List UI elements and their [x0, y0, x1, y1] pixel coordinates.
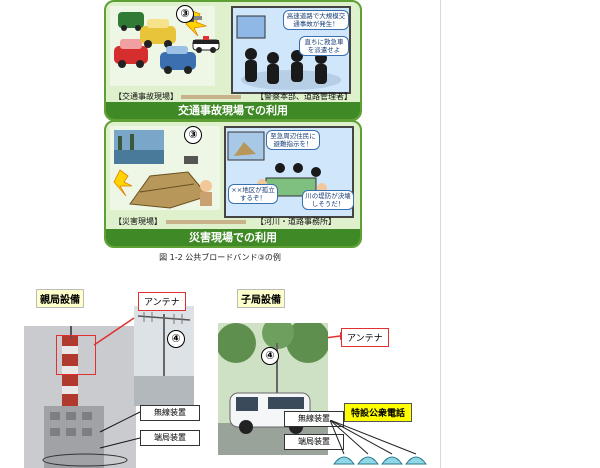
circled-number-4: ④ — [261, 347, 279, 365]
parent-base-ellipse — [42, 453, 128, 467]
parent-terminal-device: 端局装置 — [140, 430, 200, 446]
child-station-title: 子局設備 — [237, 289, 285, 308]
child-antenna-label: アンテナ — [341, 328, 389, 347]
parent-radio-device: 無線装置 — [140, 405, 200, 421]
phone-booths-icon — [330, 420, 427, 465]
page-edge — [440, 0, 441, 468]
document-page: ③ 高速道路で大規模交通事故が発生！ 直ちに救急車を派遣せよ 【交通事故現場】 — [0, 0, 440, 468]
